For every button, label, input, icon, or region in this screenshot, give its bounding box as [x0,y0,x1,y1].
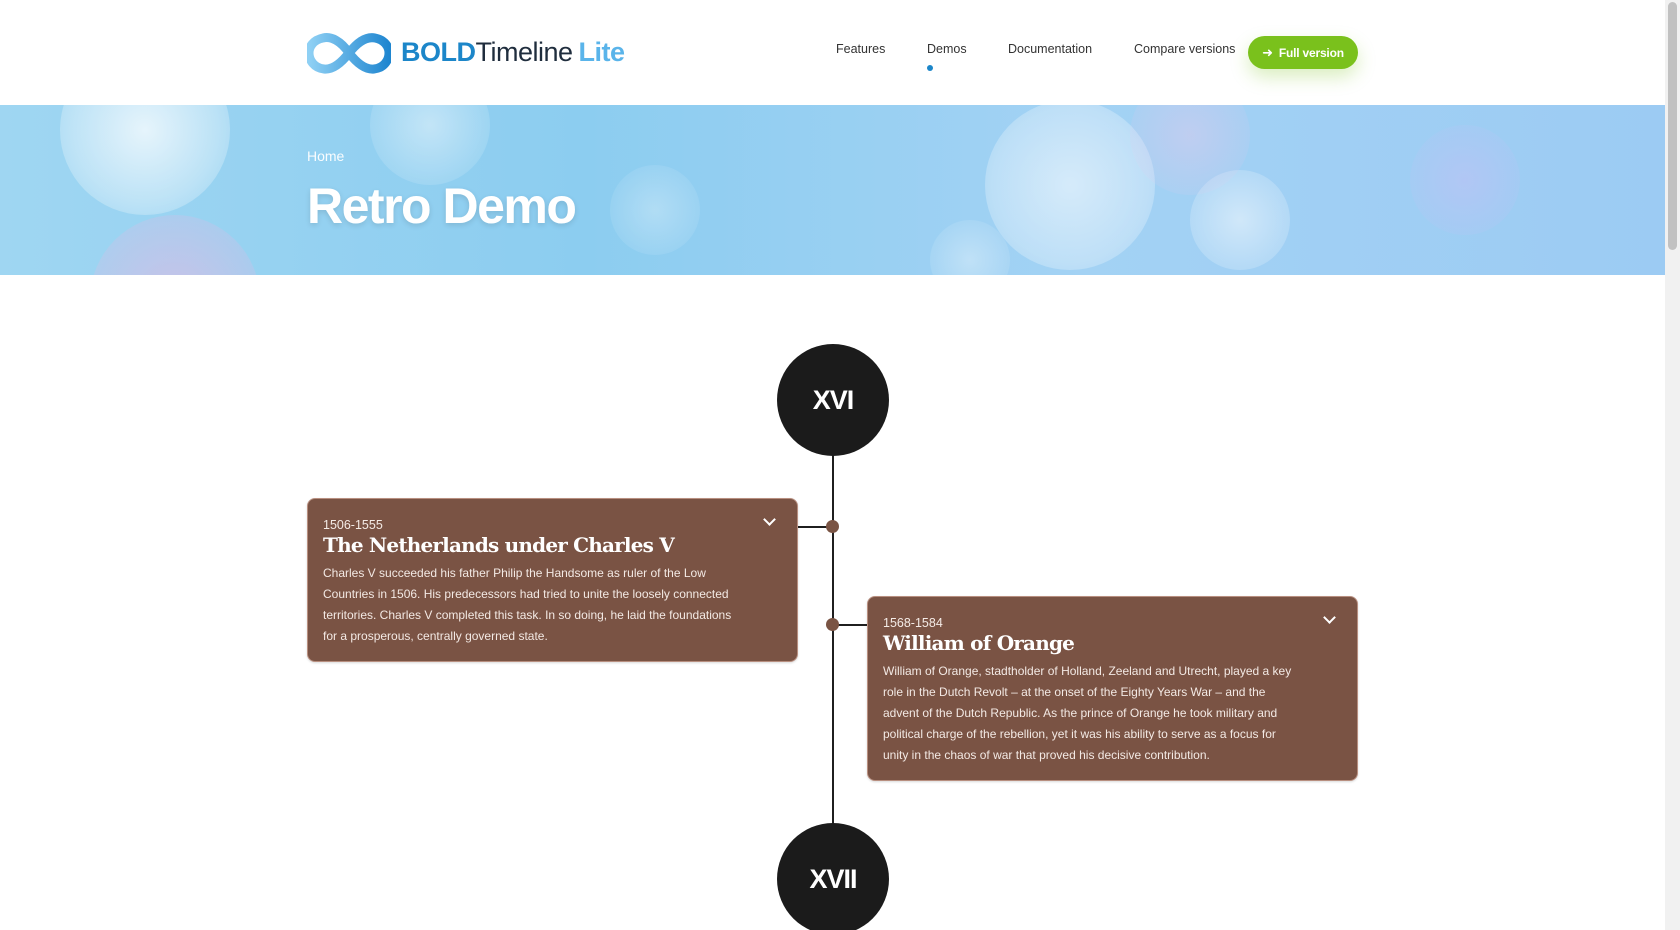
card-text-line: unity in the chaos of war that proved hi… [883,748,1210,762]
timeline-axis [832,450,834,830]
nav-item-documentation[interactable]: Documentation [1008,42,1092,56]
timeline-card[interactable]: 1506-1555 The Netherlands under Charles … [307,498,798,662]
card-text-line: advent of the Dutch Republic. As the pri… [883,706,1278,720]
card-title: William of Orange [883,631,1075,655]
page-title: Retro Demo [307,178,577,234]
breadcrumb-home[interactable]: Home [307,148,344,164]
era-marker: XVII [777,823,889,930]
full-version-label: Full version [1278,45,1344,60]
full-version-button[interactable]: ➜ Full version [1248,36,1358,69]
bokeh-circle [610,165,700,255]
card-text: Charles V succeeded his father Philip th… [323,563,731,647]
arrow-right-icon: ➜ [1262,44,1273,60]
chevron-down-icon[interactable] [1322,611,1338,627]
card-text-line: role in the Dutch Revolt – at the onset … [883,685,1266,699]
page-scrollbar[interactable] [1665,0,1680,930]
card-text-line: territories. Charles V completed this ta… [323,608,732,622]
logo-lite: Lite [578,37,626,67]
timeline-node [826,520,839,533]
era-marker: XVI [777,344,889,456]
site-header: BOLDTimeline Lite Features Demos Document… [0,0,1665,105]
nav-item-features[interactable]: Features [836,42,885,56]
nav-item-demos[interactable]: Demos [927,42,967,56]
card-text: William of Orange, stadtholder of Hollan… [883,661,1291,766]
logo[interactable]: BOLDTimeline Lite [307,30,625,75]
card-text-line: for a prosperous, centrally governed sta… [323,629,548,643]
hero-banner: Home Retro Demo [0,105,1665,275]
logo-bold: BOLD [401,37,476,67]
logo-mid: Timeline [475,37,574,67]
nav-item-compare-versions[interactable]: Compare versions [1134,42,1235,56]
card-date: 1568-1584 [883,616,943,630]
timeline-node [826,618,839,631]
logo-wordmark: BOLDTimeline Lite [401,39,625,66]
card-text-line: Charles V succeeded his father Philip th… [323,566,706,580]
card-text-line: Countries in 1506. His predecessors had … [323,587,729,601]
card-title: The Netherlands under Charles V [323,533,675,557]
timeline-card[interactable]: 1568-1584 William of Orange William of O… [867,596,1358,781]
active-nav-indicator [927,65,933,71]
bokeh-circle [1410,125,1520,235]
bokeh-circle [90,215,260,275]
bokeh-circle [60,105,230,215]
chevron-down-icon[interactable] [762,513,778,529]
card-text-line: William of Orange, stadtholder of Hollan… [883,664,1292,678]
bokeh-circle [370,105,490,185]
scrollbar-thumb[interactable] [1668,2,1677,250]
card-date: 1506-1555 [323,518,383,532]
card-text-line: political charge of the rebellion, yet i… [883,727,1276,741]
infinity-logo-icon [307,32,391,74]
